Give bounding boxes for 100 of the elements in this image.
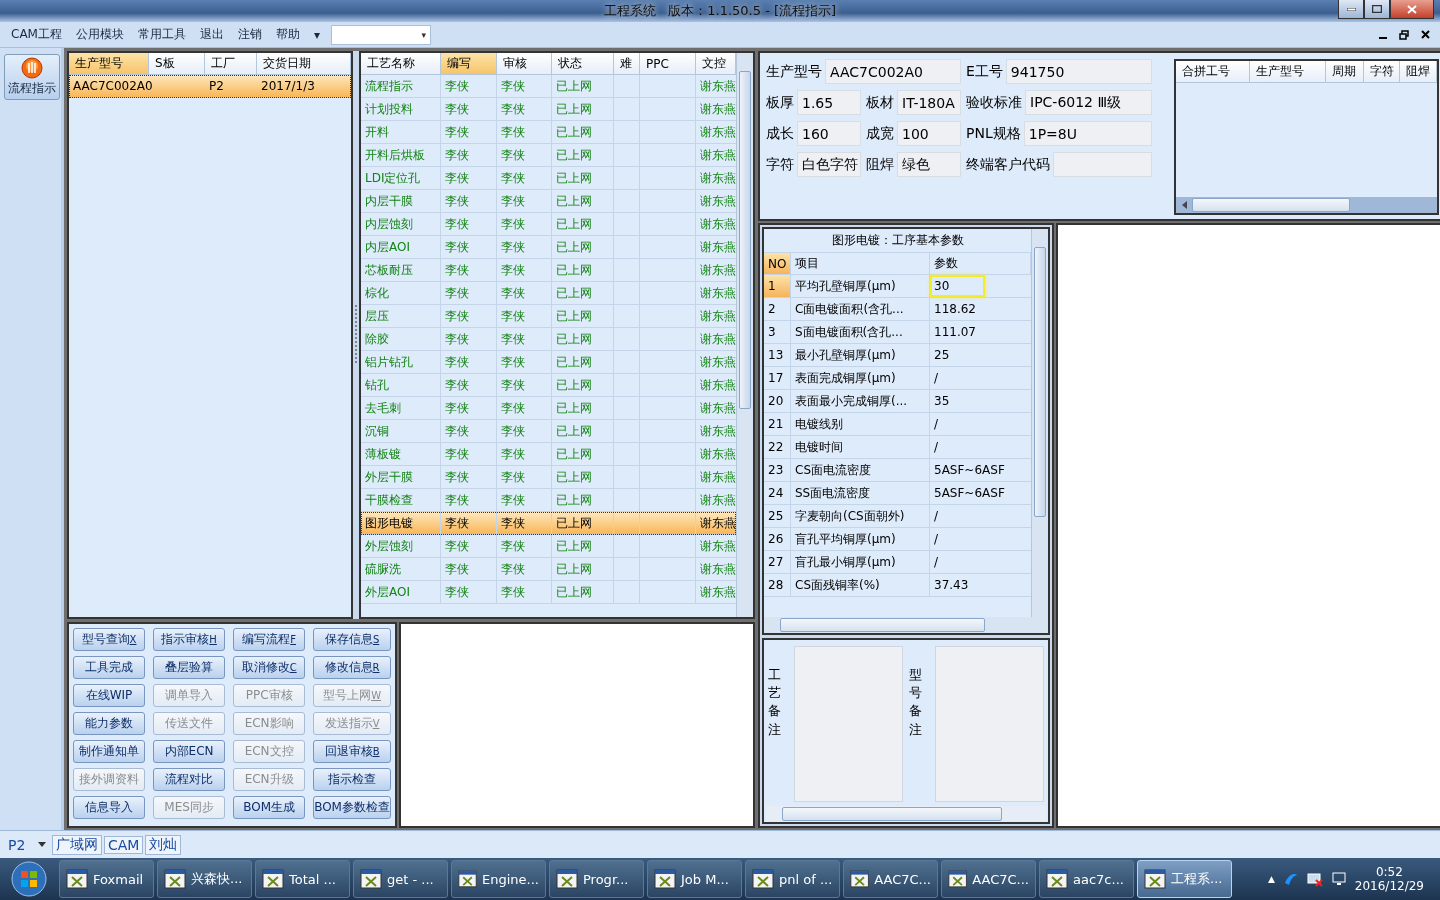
process-row[interactable]: 芯板耐压 李侠 李侠 已上网 谢东燕: [361, 259, 736, 282]
process-row[interactable]: 沉铜 李侠 李侠 已上网 谢东燕: [361, 420, 736, 443]
close-button[interactable]: [1390, 0, 1434, 19]
process-row[interactable]: 外层干膜 李侠 李侠 已上网 谢东燕: [361, 466, 736, 489]
process-row[interactable]: 计划投料 李侠 李侠 已上网 谢东燕: [361, 98, 736, 121]
action-button[interactable]: 指示检查: [313, 768, 391, 791]
column-header[interactable]: 工厂: [205, 53, 257, 74]
restore-icon[interactable]: [1399, 29, 1409, 40]
column-header[interactable]: 审核: [497, 53, 552, 74]
status-tab[interactable]: 广域网: [52, 834, 102, 855]
taskbar-button[interactable]: Foxmail: [59, 860, 154, 898]
clock-time[interactable]: 0:52: [1375, 865, 1403, 879]
minimize-button[interactable]: [1338, 0, 1364, 19]
row-number[interactable]: 22: [764, 436, 791, 458]
action-button[interactable]: 流程对比: [153, 768, 226, 791]
input-field[interactable]: 白色字符: [797, 152, 861, 177]
process-row[interactable]: 去毛刺 李侠 李侠 已上网 谢东燕: [361, 397, 736, 420]
status-tab[interactable]: 刘灿: [145, 834, 182, 855]
column-header[interactable]: 生产型号: [69, 53, 149, 74]
clock-date[interactable]: 2016/12/29: [1354, 879, 1424, 893]
process-row[interactable]: 硫脲洗 李侠 李侠 已上网 谢东燕: [361, 558, 736, 581]
taskbar-button[interactable]: Total ...: [255, 860, 350, 898]
input-field[interactable]: 160: [797, 121, 861, 146]
scrollbar[interactable]: [736, 53, 753, 617]
taskbar-button[interactable]: Engine...: [451, 860, 546, 898]
column-header[interactable]: 状态: [552, 53, 614, 74]
process-row[interactable]: 开料 李侠 李侠 已上网 谢东燕: [361, 121, 736, 144]
menu-item[interactable]: 帮助: [268, 26, 307, 43]
input-field[interactable]: IPC-6012 Ⅲ级: [1025, 90, 1152, 115]
menu-overflow[interactable]: ▾: [306, 27, 327, 42]
menu-item[interactable]: 注销: [230, 26, 269, 43]
process-row[interactable]: 内层AOI 李侠 李侠 已上网 谢东燕: [361, 236, 736, 259]
process-row[interactable]: LDI定位孔 李侠 李侠 已上网 谢东燕: [361, 167, 736, 190]
combo-box[interactable]: ▾: [331, 24, 431, 45]
action-button[interactable]: 在线WIP: [73, 684, 146, 707]
process-row[interactable]: 流程指示 李侠 李侠 已上网 谢东燕: [361, 75, 736, 98]
row-number[interactable]: 23: [764, 459, 791, 481]
tray-icon[interactable]: [1282, 871, 1299, 887]
menu-item[interactable]: 退出: [192, 26, 231, 43]
action-button[interactable]: 保存信息S: [313, 628, 391, 651]
network-icon[interactable]: [1306, 871, 1323, 887]
process-row[interactable]: 钻孔 李侠 李侠 已上网 谢东燕: [361, 374, 736, 397]
action-button[interactable]: 修改信息R: [313, 656, 391, 679]
column-header[interactable]: 交货日期: [257, 53, 351, 74]
action-button[interactable]: 指示审核H: [153, 628, 226, 651]
process-row[interactable]: 内层蚀刻 李侠 李侠 已上网 谢东燕: [361, 213, 736, 236]
column-header[interactable]: 合拼工号: [1176, 61, 1250, 82]
row-number[interactable]: 20: [764, 390, 791, 412]
row-number[interactable]: 26: [764, 528, 791, 550]
action-button[interactable]: 制作通知单: [73, 740, 146, 763]
column-header[interactable]: NO: [764, 253, 791, 274]
process-row[interactable]: 干膜检查 李侠 李侠 已上网 谢东燕: [361, 489, 736, 512]
process-row[interactable]: 棕化 李侠 李侠 已上网 谢东燕: [361, 282, 736, 305]
row-number[interactable]: 25: [764, 505, 791, 527]
scrollbar[interactable]: [1031, 229, 1048, 617]
action-button[interactable]: 叠层验算: [153, 656, 226, 679]
taskbar-button[interactable]: AAC7C...: [843, 860, 938, 898]
scrollbar[interactable]: [764, 617, 1048, 633]
menu-item[interactable]: 公用模块: [68, 26, 131, 43]
column-header[interactable]: 项目: [791, 253, 930, 274]
taskbar-button[interactable]: Progr...: [549, 860, 644, 898]
column-header[interactable]: 编写: [441, 53, 497, 74]
action-button[interactable]: 编写流程F: [233, 628, 306, 651]
taskbar-button[interactable]: Job M...: [647, 860, 742, 898]
action-button[interactable]: BOM参数检查: [313, 796, 391, 819]
action-button[interactable]: 回退审核B: [313, 740, 391, 763]
process-row[interactable]: 外层AOI 李侠 李侠 已上网 谢东燕: [361, 581, 736, 604]
scrollbar[interactable]: [1176, 197, 1437, 213]
status-tab[interactable]: CAM: [104, 835, 144, 854]
process-row[interactable]: 内层干膜 李侠 李侠 已上网 谢东燕: [361, 190, 736, 213]
menu-item[interactable]: CAM工程: [4, 26, 69, 43]
remark-field[interactable]: [794, 646, 903, 802]
input-field[interactable]: 1P=8U: [1023, 121, 1152, 146]
column-header[interactable]: 字符: [1364, 61, 1400, 82]
action-button[interactable]: 信息导入: [73, 796, 146, 819]
menu-item[interactable]: 常用工具: [130, 26, 193, 43]
process-row[interactable]: 薄板镀 李侠 李侠 已上网 谢东燕: [361, 443, 736, 466]
taskbar-button[interactable]: 兴森快...: [157, 860, 252, 898]
input-field[interactable]: 绿色: [897, 152, 961, 177]
start-button[interactable]: [11, 861, 47, 897]
input-field[interactable]: 100: [897, 121, 961, 146]
input-field[interactable]: 941750: [1005, 59, 1152, 84]
process-row[interactable]: 除胶 李侠 李侠 已上网 谢东燕: [361, 328, 736, 351]
monitor-icon[interactable]: [1330, 871, 1347, 887]
taskbar-button[interactable]: aac7c...: [1039, 860, 1134, 898]
remark-field[interactable]: [935, 646, 1044, 802]
action-button[interactable]: 型号查询X: [73, 628, 146, 651]
action-button[interactable]: 取消修改C: [233, 656, 306, 679]
taskbar-button[interactable]: AAC7C...: [941, 860, 1036, 898]
row-number[interactable]: 21: [764, 413, 791, 435]
column-header[interactable]: 周期: [1326, 61, 1364, 82]
taskbar-button[interactable]: pnl of ...: [745, 860, 840, 898]
column-header[interactable]: 难: [614, 53, 640, 74]
process-row[interactable]: 外层蚀刻 李侠 李侠 已上网 谢东燕: [361, 535, 736, 558]
column-header[interactable]: PPC: [640, 53, 696, 74]
action-button[interactable]: BOM生成: [233, 796, 306, 819]
input-field[interactable]: AAC7C002A0: [825, 59, 961, 84]
action-button[interactable]: 工具完成: [73, 656, 146, 679]
row-number[interactable]: 27: [764, 551, 791, 573]
process-row[interactable]: 铝片钻孔 李侠 李侠 已上网 谢东燕: [361, 351, 736, 374]
